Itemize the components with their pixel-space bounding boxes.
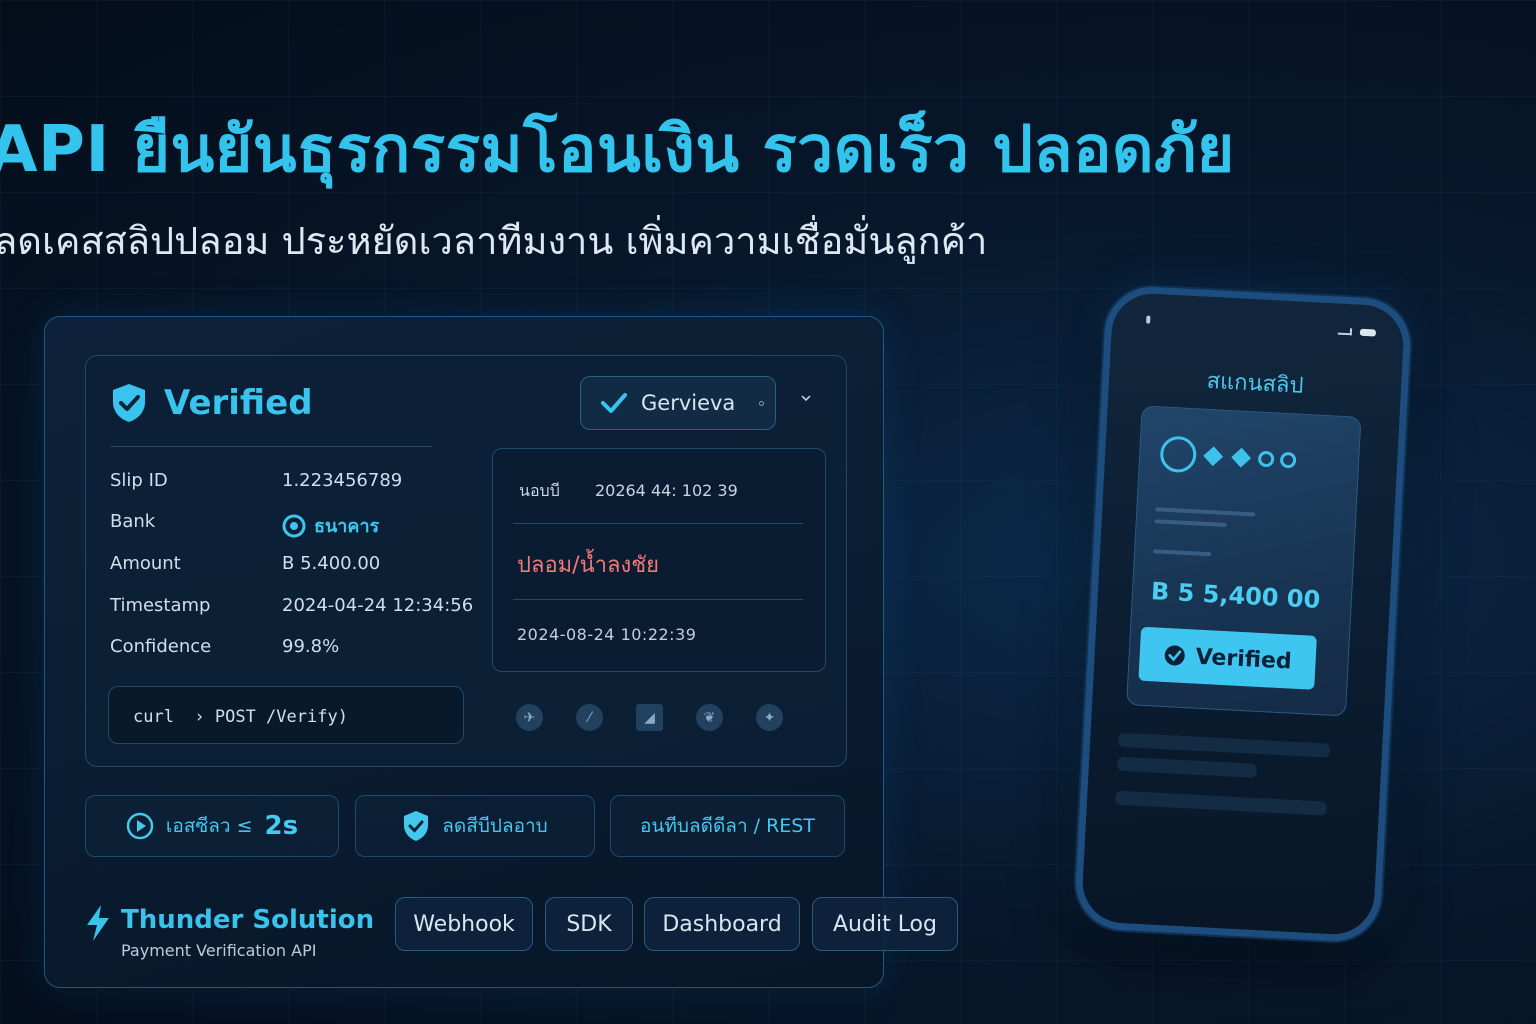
diamond-icon <box>1231 447 1252 468</box>
placeholder-line <box>1154 519 1227 528</box>
slip-card: B 5 5,400 00 Verified <box>1126 405 1362 717</box>
fraud-warning-text: ปลอม/น้ำลงชัย <box>517 553 660 578</box>
curl-command-box[interactable]: curl › POST /Verify) <box>108 686 464 744</box>
lightning-bolt-icon <box>87 905 109 941</box>
chip-webhook[interactable]: Webhook <box>395 897 533 951</box>
brand-tagline: Payment Verification API <box>121 941 317 960</box>
slip-bank-icons <box>1159 435 1297 478</box>
placeholder-bar <box>1114 790 1328 816</box>
chip-dashboard[interactable]: Dashboard <box>644 897 800 951</box>
field-value: 99.8% <box>282 636 340 657</box>
diamond-icon <box>1203 446 1224 467</box>
circle-icon <box>1279 451 1297 469</box>
detail-label: นอบบี <box>519 481 560 500</box>
page-subheadline: ลดเคสสลิปปลอม ประหยัดเวลาทีมงาน เพิ่มควา… <box>0 219 988 263</box>
circle-icon <box>1257 450 1275 468</box>
shield-check-icon <box>113 384 145 422</box>
field-value: 1.223456789 <box>282 470 403 491</box>
play-circle-icon <box>126 812 154 840</box>
page-headline: API ยืนยันธุรกรรมโอนเงิน รวดเร็ว ปลอดภัย <box>0 113 1235 187</box>
chip-audit-log[interactable]: Audit Log <box>812 897 958 951</box>
field-label: Bank <box>110 511 156 532</box>
indicator-dot-icon <box>759 400 765 406</box>
divider <box>513 599 803 600</box>
chevron-down-icon[interactable] <box>800 394 812 402</box>
field-label: Slip ID <box>110 470 168 491</box>
bank-logo-icon <box>282 514 306 537</box>
verified-header: Verified <box>110 382 313 424</box>
bank-logo-icon <box>1159 435 1198 474</box>
bank-logo-3-icon: ◢ <box>636 704 663 731</box>
slip-verified-label: Verified <box>1194 644 1293 675</box>
placeholder-bar <box>1116 756 1258 778</box>
feature-speed: เอสซีลว ≤ 2s <box>85 795 339 857</box>
detail-row: นอบบี 20264 44: 102 39 <box>519 479 738 504</box>
field-value: 2024-04-24 12:34:56 <box>282 595 474 616</box>
bank-logo-4-icon: ❦ <box>696 704 723 731</box>
status-bar <box>1337 327 1377 337</box>
bank-value: ธนาคาร <box>282 511 379 540</box>
bank-logo-5-icon: ✦ <box>756 704 783 731</box>
supported-bank-logos: ✈ ⁄ ◢ ❦ ✦ <box>516 704 783 731</box>
feature-fraud-label: ลดสีบีปลอาบ <box>442 815 548 837</box>
phone-mockup: สแกนสลิป B 5 5,400 00 Verified <box>1073 284 1413 944</box>
chip-sdk[interactable]: SDK <box>545 897 633 951</box>
field-label: Amount <box>110 553 181 574</box>
field-value: B 5.400.00 <box>282 553 381 574</box>
field-label: Timestamp <box>110 595 211 616</box>
phone-screen-title: สแกนสลิป <box>1206 368 1305 399</box>
check-circle-icon <box>1164 645 1185 666</box>
feature-fraud-reduction: ลดสีบีปลอาบ <box>355 795 595 857</box>
checkmark-icon <box>601 393 627 413</box>
feature-api-label: อนทีบลดีดีลา / REST <box>640 815 815 837</box>
feature-speed-value: 2s <box>264 811 299 841</box>
transaction-detail-box: นอบบี 20264 44: 102 39 ปลอม/น้ำลงชัย 202… <box>492 448 826 672</box>
battery-icon <box>1359 328 1377 337</box>
verification-result-card: Verified Gervieva Slip ID 1.223456789 Ba… <box>85 355 847 767</box>
brand-block: Thunder Solution Payment Verification AP… <box>85 905 374 960</box>
bank-name: ธนาคาร <box>314 516 380 537</box>
placeholder-bar <box>1117 732 1331 758</box>
feature-speed-label: เอสซีลว ≤ <box>165 815 253 837</box>
field-label: Confidence <box>110 636 212 657</box>
detail-value: 20264 44: 102 39 <box>594 481 738 500</box>
slip-verified-button[interactable]: Verified <box>1138 626 1317 690</box>
bank-logo-1-icon: ✈ <box>516 704 543 731</box>
feature-api-rest: อนทีบลดีดีลา / REST <box>610 795 845 857</box>
shield-check-icon <box>404 811 429 841</box>
verified-status-label: Verified <box>164 383 313 423</box>
bank-logo-2-icon: ⁄ <box>576 704 603 731</box>
placeholder-line <box>1155 507 1256 517</box>
brand-name: Thunder Solution <box>121 905 375 935</box>
account-selector-button[interactable]: Gervieva <box>580 376 776 430</box>
account-selector-label: Gervieva <box>641 391 736 415</box>
slip-amount: B 5 5,400 00 <box>1150 577 1321 615</box>
verification-dashboard-panel: Verified Gervieva Slip ID 1.223456789 Ba… <box>44 316 958 988</box>
thermometer-icon <box>1146 315 1151 324</box>
placeholder-line <box>1153 549 1212 557</box>
detail-timestamp: 2024-08-24 10:22:39 <box>517 625 697 644</box>
divider <box>513 523 803 524</box>
divider <box>110 446 432 447</box>
signal-icon <box>1337 327 1353 336</box>
